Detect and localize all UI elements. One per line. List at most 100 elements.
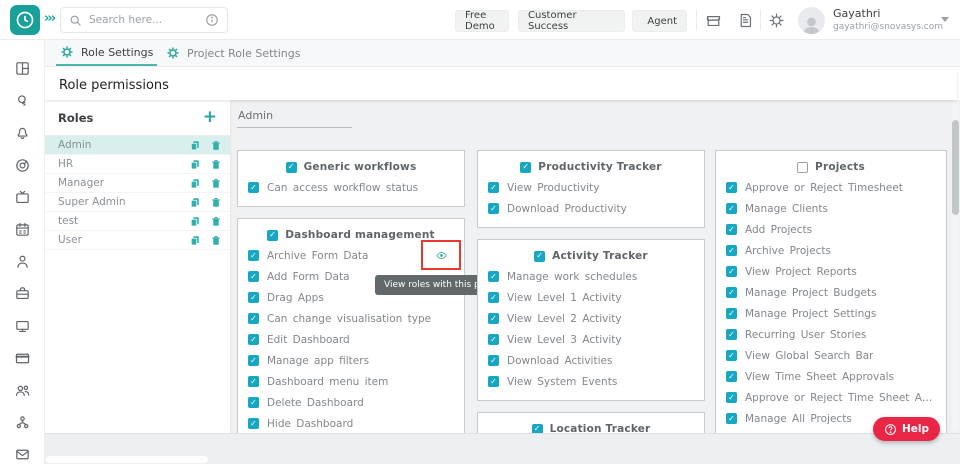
checkbox-checked[interactable]: ✓ xyxy=(488,203,499,214)
add-role-button[interactable]: + xyxy=(203,109,217,126)
sidebar-icon-tv[interactable] xyxy=(14,189,31,206)
checkbox-checked[interactable]: ✓ xyxy=(726,266,737,277)
checkbox-checked[interactable]: ✓ xyxy=(286,162,297,173)
delete-role-icon[interactable] xyxy=(210,177,222,190)
permission-label: Manage All Projects xyxy=(745,413,852,425)
permission-label: View Global Search Bar xyxy=(745,350,873,362)
checkbox-checked[interactable]: ✓ xyxy=(726,350,737,361)
checkbox-checked[interactable]: ✓ xyxy=(488,292,499,303)
sidebar-icon-org[interactable] xyxy=(14,414,31,431)
permission-item: ✓ Can change visualisation type xyxy=(248,308,454,329)
search-input[interactable] xyxy=(89,14,198,26)
role-actions xyxy=(189,196,222,209)
checkbox-checked[interactable]: ✓ xyxy=(248,271,259,282)
copy-role-icon[interactable] xyxy=(189,177,201,190)
permission-card-projects: Projects✓Approve or Reject Timesheet✓Man… xyxy=(715,150,947,459)
settings-icon[interactable] xyxy=(768,12,785,29)
info-icon[interactable] xyxy=(205,13,219,27)
role-row-hr[interactable]: HR xyxy=(45,155,230,174)
sidebar-icon-bell[interactable] xyxy=(14,124,31,141)
permission-item: ✓ Manage work schedules xyxy=(488,266,694,287)
chevron-down-icon[interactable] xyxy=(941,17,949,22)
checkbox-checked[interactable]: ✓ xyxy=(726,182,737,193)
checkbox-checked[interactable]: ✓ xyxy=(726,371,737,382)
checkbox-checked[interactable]: ✓ xyxy=(488,334,499,345)
checkbox-unchecked[interactable] xyxy=(797,162,808,173)
search-icon xyxy=(69,14,82,27)
document-icon[interactable] xyxy=(737,12,754,29)
role-row-super-admin[interactable]: Super Admin xyxy=(45,193,230,212)
checkbox-checked[interactable]: ✓ xyxy=(248,250,259,261)
sidebar-icon-people[interactable] xyxy=(14,382,31,399)
delete-role-icon[interactable] xyxy=(210,139,222,152)
checkbox-checked[interactable]: ✓ xyxy=(248,313,259,324)
checkbox-checked[interactable]: ✓ xyxy=(488,376,499,387)
role-row-user[interactable]: User xyxy=(45,231,230,250)
checkbox-checked[interactable]: ✓ xyxy=(726,392,737,403)
copy-role-icon[interactable] xyxy=(189,196,201,209)
vertical-scrollbar-thumb[interactable] xyxy=(952,120,959,215)
storefront-icon[interactable] xyxy=(705,12,722,29)
checkbox-checked[interactable]: ✓ xyxy=(726,203,737,214)
checkbox-checked[interactable]: ✓ xyxy=(488,313,499,324)
sidebar-icon-person[interactable] xyxy=(14,253,31,270)
checkbox-checked[interactable]: ✓ xyxy=(248,355,259,366)
checkbox-checked[interactable]: ✓ xyxy=(248,292,259,303)
checkbox-checked[interactable]: ✓ xyxy=(248,334,259,345)
checkbox-checked[interactable]: ✓ xyxy=(726,224,737,235)
customer-success-button[interactable]: Customer Success xyxy=(518,10,625,32)
copy-role-icon[interactable] xyxy=(189,139,201,152)
role-row-manager[interactable]: Manager xyxy=(45,174,230,193)
delete-role-icon[interactable] xyxy=(210,234,222,247)
checkbox-checked[interactable]: ✓ xyxy=(248,182,259,193)
role-name: Super Admin xyxy=(58,196,126,208)
view-roles-eye-icon[interactable] xyxy=(434,250,449,261)
copy-role-icon[interactable] xyxy=(189,215,201,228)
checkbox-checked[interactable]: ✓ xyxy=(726,308,737,319)
sidebar-icon-card[interactable] xyxy=(14,350,31,367)
checkbox-checked[interactable]: ✓ xyxy=(726,413,737,424)
checkbox-checked[interactable]: ✓ xyxy=(520,162,531,173)
role-name-input[interactable] xyxy=(237,107,352,128)
checkbox-checked[interactable]: ✓ xyxy=(488,355,499,366)
permission-label: Manage work schedules xyxy=(507,271,637,283)
app-logo-icon[interactable] xyxy=(10,5,40,35)
checkbox-checked[interactable]: ✓ xyxy=(534,251,545,262)
avatar[interactable] xyxy=(798,7,825,34)
tab-project-role-settings[interactable]: Project Role Settings xyxy=(162,40,304,66)
checkbox-checked[interactable]: ✓ xyxy=(726,245,737,256)
checkbox-checked[interactable]: ✓ xyxy=(248,418,259,429)
sidebar-icon-target[interactable] xyxy=(14,157,31,174)
sidebar-icon-idea[interactable] xyxy=(14,92,31,109)
horizontal-scrollbar-track[interactable] xyxy=(46,456,208,463)
delete-role-icon[interactable] xyxy=(210,196,222,209)
copy-role-icon[interactable] xyxy=(189,234,201,247)
card-title: Productivity Tracker xyxy=(538,161,661,173)
sidebar-icon-briefcase[interactable] xyxy=(14,285,31,302)
checkbox-checked[interactable]: ✓ xyxy=(248,397,259,408)
tab-role-settings[interactable]: Role Settings xyxy=(56,40,157,66)
checkbox-checked[interactable]: ✓ xyxy=(248,376,259,387)
delete-role-icon[interactable] xyxy=(210,215,222,228)
checkbox-checked[interactable]: ✓ xyxy=(488,182,499,193)
permission-label: Download Activities xyxy=(507,355,612,367)
checkbox-checked[interactable]: ✓ xyxy=(726,329,737,340)
checkbox-checked[interactable]: ✓ xyxy=(726,287,737,298)
checkbox-checked[interactable]: ✓ xyxy=(267,230,278,241)
agent-button[interactable]: Agent xyxy=(632,10,687,32)
checkbox-checked[interactable]: ✓ xyxy=(488,271,499,282)
sidebar-icon-mail[interactable] xyxy=(14,446,31,463)
free-demo-button[interactable]: Free Demo xyxy=(455,10,509,32)
role-row-admin[interactable]: Admin xyxy=(45,136,230,155)
help-button[interactable]: Help xyxy=(873,417,940,441)
permission-label: Archive Projects xyxy=(745,245,831,257)
sidebar-icon-monitor[interactable] xyxy=(14,318,31,335)
sidebar-icon-dashboard[interactable] xyxy=(14,60,31,77)
role-row-test[interactable]: test xyxy=(45,212,230,231)
delete-role-icon[interactable] xyxy=(210,158,222,171)
copy-role-icon[interactable] xyxy=(189,158,201,171)
role-name: HR xyxy=(58,158,73,170)
permission-label: Can change visualisation type xyxy=(267,313,431,325)
sidebar-expand-icon[interactable]: ››› xyxy=(44,11,54,26)
sidebar-icon-calendar[interactable] xyxy=(14,221,31,238)
